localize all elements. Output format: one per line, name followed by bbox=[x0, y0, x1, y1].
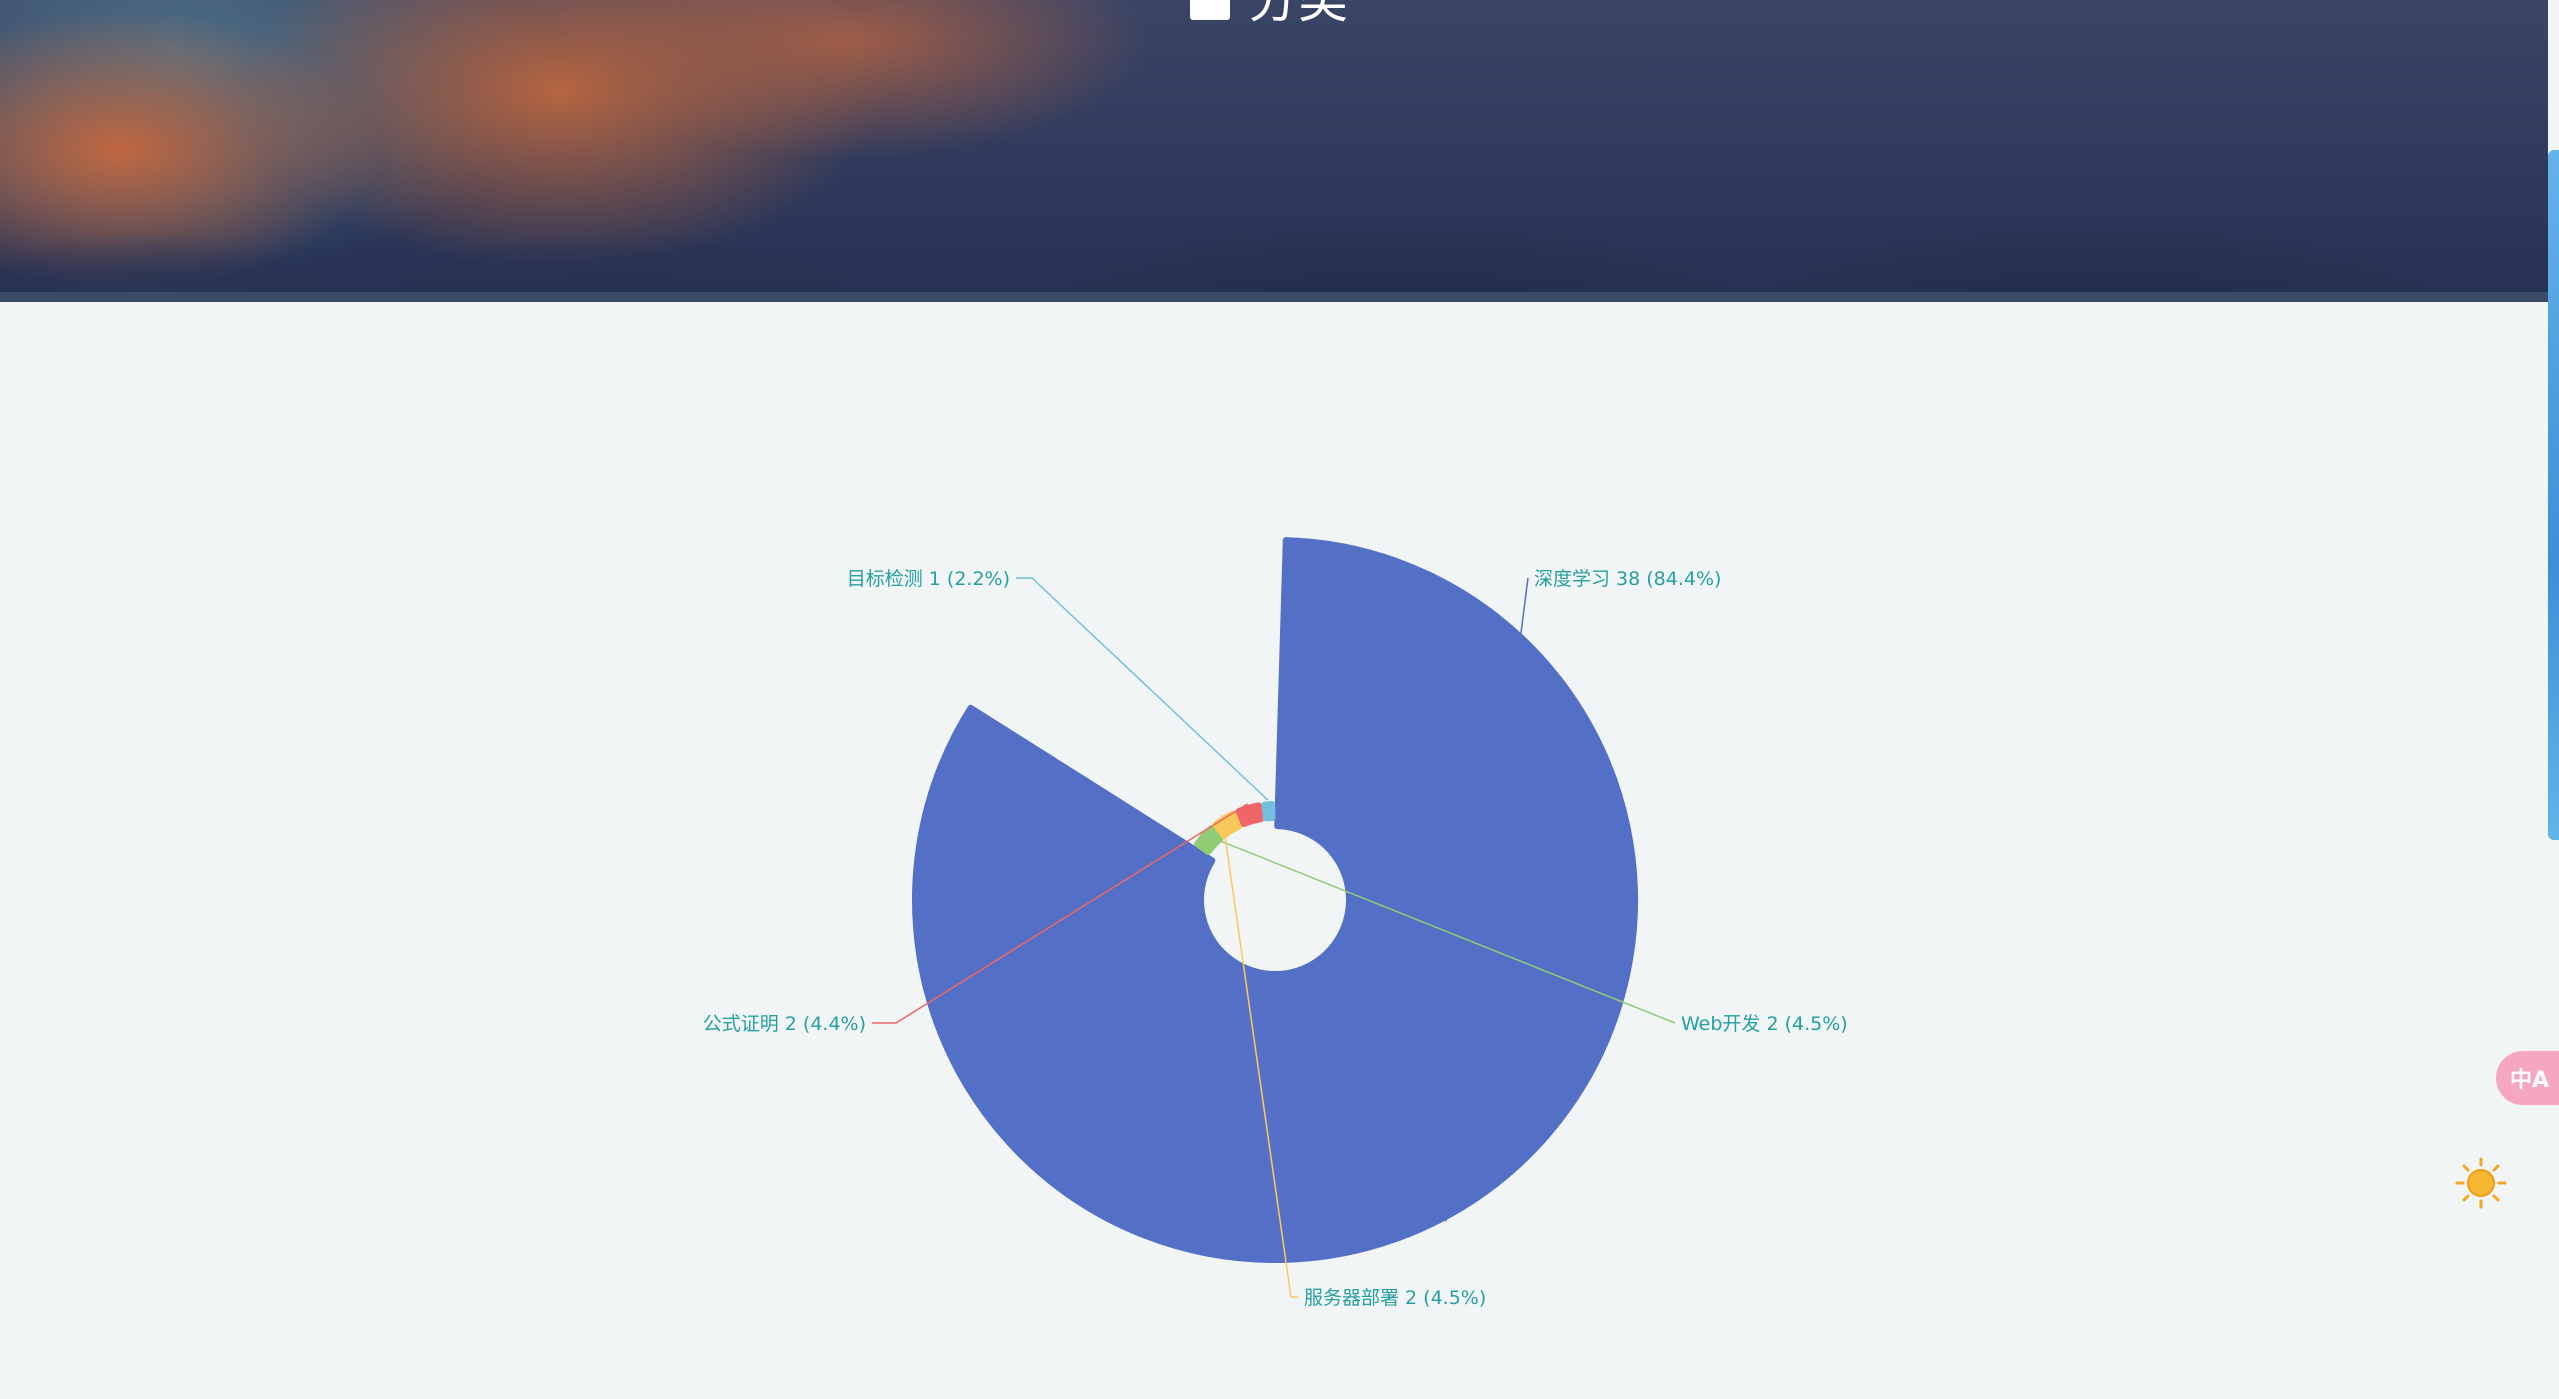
translate-button[interactable]: 中A bbox=[2496, 1051, 2559, 1105]
pie-slice-5[interactable] bbox=[1261, 801, 1276, 822]
slice-label-4: 公式证明 2 (4.4%) bbox=[703, 1013, 866, 1035]
slice-label-1: 深度学习 38 (84.4%) bbox=[1534, 568, 1721, 590]
pie-slice-1[interactable] bbox=[912, 537, 1638, 1263]
slice-label-5: 目标检测 1 (2.2%) bbox=[847, 568, 1010, 590]
category-rose-chart: 深度学习 38 (84.4%) Web开发 2 (4.5%) 服务器部署 2 (4.… bbox=[703, 537, 1848, 1309]
pie-slice-4[interactable] bbox=[1235, 802, 1265, 828]
slice-label-2: Web开发 2 (4.5%) bbox=[1681, 1013, 1848, 1035]
translate-icon: 中A bbox=[2510, 1068, 2550, 1093]
sun-icon[interactable] bbox=[2455, 1157, 2507, 1209]
chart-slices bbox=[912, 537, 1638, 1263]
scrollbar-thumb[interactable] bbox=[2548, 150, 2559, 840]
slice-label-3: 服务器部署 2 (4.5%) bbox=[1304, 1287, 1486, 1309]
